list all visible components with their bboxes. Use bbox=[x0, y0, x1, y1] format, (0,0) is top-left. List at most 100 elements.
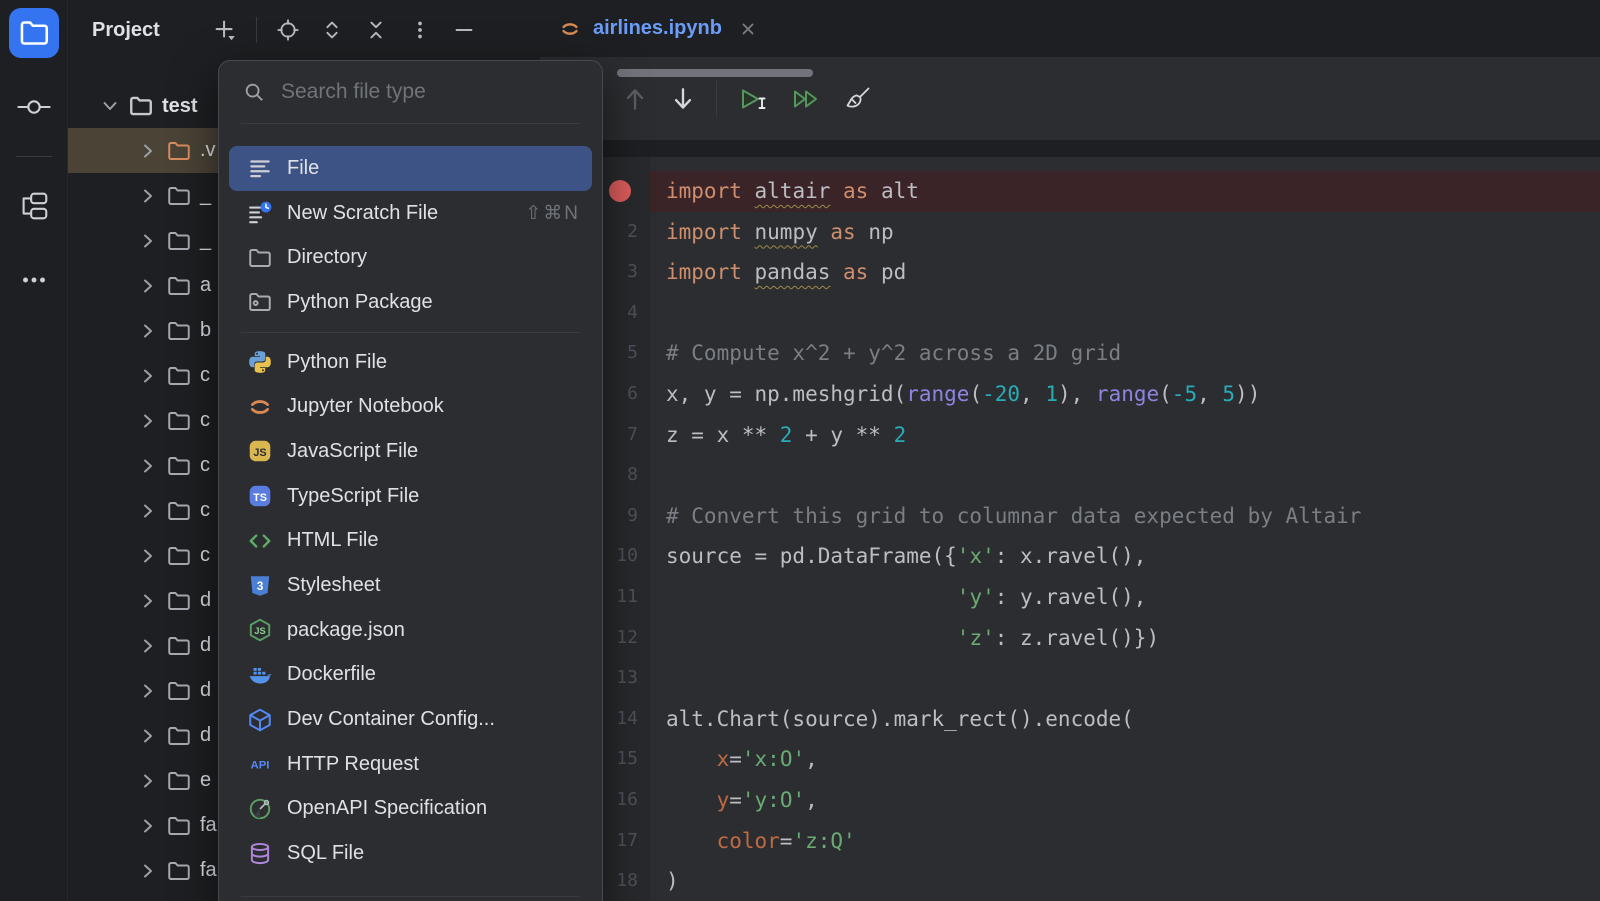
chevron-right-icon[interactable] bbox=[138, 411, 158, 431]
tree-item-label: d bbox=[200, 679, 211, 702]
run-cell-button[interactable] bbox=[735, 84, 771, 114]
menu-item-python-file[interactable]: Python File bbox=[229, 340, 592, 385]
folder-icon bbox=[166, 453, 192, 479]
menu-item-package-json[interactable]: JSpackage.json bbox=[229, 608, 592, 653]
folder-icon bbox=[166, 408, 192, 434]
tab-label: airlines.ipynb bbox=[593, 17, 722, 40]
code-line: import altair as alt bbox=[666, 171, 1361, 212]
typescript-icon: TS bbox=[247, 483, 273, 509]
menu-item-directory[interactable]: Directory bbox=[229, 235, 592, 280]
commit-button[interactable] bbox=[9, 82, 59, 132]
search-input[interactable] bbox=[279, 79, 578, 105]
line-number: 9 bbox=[600, 496, 638, 537]
breakpoint-icon[interactable] bbox=[609, 180, 631, 202]
menu-item-label: Dockerfile bbox=[287, 663, 580, 686]
menu-item-typescript-file[interactable]: TS TypeScript File bbox=[229, 474, 592, 519]
tree-item-label: c bbox=[200, 364, 210, 387]
clear-outputs-button[interactable] bbox=[843, 84, 873, 114]
menu-item-http-request[interactable]: APIHTTP Request bbox=[229, 742, 592, 787]
new-file-popup: FileNew Scratch File⇧⌘NDirectoryPython P… bbox=[218, 60, 603, 901]
arrow-down-button[interactable] bbox=[668, 84, 698, 114]
tree-root-label: test bbox=[162, 95, 198, 118]
chevron-right-icon[interactable] bbox=[138, 636, 158, 656]
arrow-up-icon bbox=[620, 84, 650, 114]
folder-icon bbox=[128, 93, 154, 119]
run-all-button[interactable] bbox=[789, 84, 825, 114]
menu-item-label: TypeScript File bbox=[287, 485, 580, 508]
menu-item-openapi-specification[interactable]: OpenAPI Specification bbox=[229, 787, 592, 832]
chevron-right-icon[interactable] bbox=[138, 591, 158, 611]
menu-item-dockerfile[interactable]: Dockerfile bbox=[229, 653, 592, 698]
menu-item-sql-file[interactable]: SQL File bbox=[229, 831, 592, 876]
chevron-right-icon[interactable] bbox=[138, 141, 158, 161]
run-cell-icon bbox=[735, 84, 771, 114]
run-all-icon bbox=[789, 84, 825, 114]
chevron-right-icon[interactable] bbox=[138, 321, 158, 341]
line-number: 17 bbox=[600, 821, 638, 862]
folder-icon bbox=[166, 813, 192, 839]
folder-icon bbox=[166, 363, 192, 389]
chevron-right-icon[interactable] bbox=[138, 276, 158, 296]
menu-item-new-scratch-file[interactable]: New Scratch File⇧⌘N bbox=[229, 191, 592, 236]
add-file-button[interactable] bbox=[212, 17, 238, 43]
more-horizontal-button[interactable] bbox=[9, 255, 59, 305]
search-icon bbox=[243, 81, 265, 103]
nodejs-icon: JS bbox=[247, 617, 273, 643]
chevron-right-icon[interactable] bbox=[138, 861, 158, 881]
chevron-right-icon[interactable] bbox=[138, 501, 158, 521]
page-title: Project bbox=[92, 0, 160, 60]
menu-item-label: OpenAPI Specification bbox=[287, 797, 580, 820]
tree-item-label: .v bbox=[200, 139, 216, 162]
more-vertical-button[interactable] bbox=[407, 17, 433, 43]
arrow-up-button[interactable] bbox=[620, 84, 650, 114]
code-line: # Convert this grid to columnar data exp… bbox=[666, 496, 1361, 537]
openapi-icon bbox=[247, 796, 273, 822]
menu-item-file[interactable]: File bbox=[229, 146, 592, 191]
folder-icon bbox=[166, 183, 192, 209]
folder-icon bbox=[166, 318, 192, 344]
menu-item-html-file[interactable]: HTML File bbox=[229, 519, 592, 564]
menu-item-dev-container-config[interactable]: Dev Container Config... bbox=[229, 697, 592, 742]
divider bbox=[241, 332, 580, 333]
menu-item-jupyter-notebook[interactable]: Jupyter Notebook bbox=[229, 384, 592, 429]
chevron-right-icon[interactable] bbox=[138, 681, 158, 701]
chevron-right-icon[interactable] bbox=[138, 231, 158, 251]
code-lines[interactable]: import altair as altimport numpy as npim… bbox=[666, 171, 1361, 901]
chevron-down-icon[interactable] bbox=[100, 96, 120, 116]
structure-button[interactable] bbox=[9, 181, 59, 231]
tree-item-label: _ bbox=[200, 229, 211, 252]
line-number: 3 bbox=[600, 252, 638, 293]
code-line: import numpy as np bbox=[666, 212, 1361, 253]
clear-outputs-icon bbox=[843, 84, 873, 114]
tab-airlines-ipynb[interactable]: airlines.ipynb bbox=[545, 0, 770, 57]
line-number: 13 bbox=[600, 658, 638, 699]
collapse-all-icon bbox=[363, 17, 389, 43]
more-vertical-icon bbox=[407, 17, 433, 43]
line-number: 7 bbox=[600, 415, 638, 456]
svg-text:JS: JS bbox=[253, 447, 266, 459]
menu-item-python-package[interactable]: Python Package bbox=[229, 280, 592, 325]
chevron-right-icon[interactable] bbox=[138, 771, 158, 791]
collapse-all-button[interactable] bbox=[363, 17, 389, 43]
hide-panel-button[interactable] bbox=[451, 17, 477, 43]
menu-item-stylesheet[interactable]: 3Stylesheet bbox=[229, 563, 592, 608]
menu-item-javascript-file[interactable]: JSJavaScript File bbox=[229, 429, 592, 474]
horizontal-scrollbar-thumb[interactable] bbox=[617, 69, 813, 77]
expand-all-button[interactable] bbox=[319, 17, 345, 43]
line-numbers: 23456789101112131415161718 bbox=[600, 171, 638, 901]
chevron-right-icon[interactable] bbox=[138, 546, 158, 566]
chevron-right-icon[interactable] bbox=[138, 186, 158, 206]
line-number: 5 bbox=[600, 333, 638, 374]
scratch-file-icon bbox=[247, 200, 273, 226]
chevron-right-icon[interactable] bbox=[138, 456, 158, 476]
chevron-right-icon[interactable] bbox=[138, 366, 158, 386]
locate-button[interactable] bbox=[275, 17, 301, 43]
chevron-right-icon[interactable] bbox=[138, 726, 158, 746]
folder-icon bbox=[166, 723, 192, 749]
project-folder-button[interactable] bbox=[9, 8, 59, 58]
menu-item-label: HTML File bbox=[287, 529, 580, 552]
close-icon[interactable] bbox=[740, 21, 756, 37]
tree-item-label: a bbox=[200, 274, 211, 297]
tree-item-label: d bbox=[200, 589, 211, 612]
chevron-right-icon[interactable] bbox=[138, 816, 158, 836]
